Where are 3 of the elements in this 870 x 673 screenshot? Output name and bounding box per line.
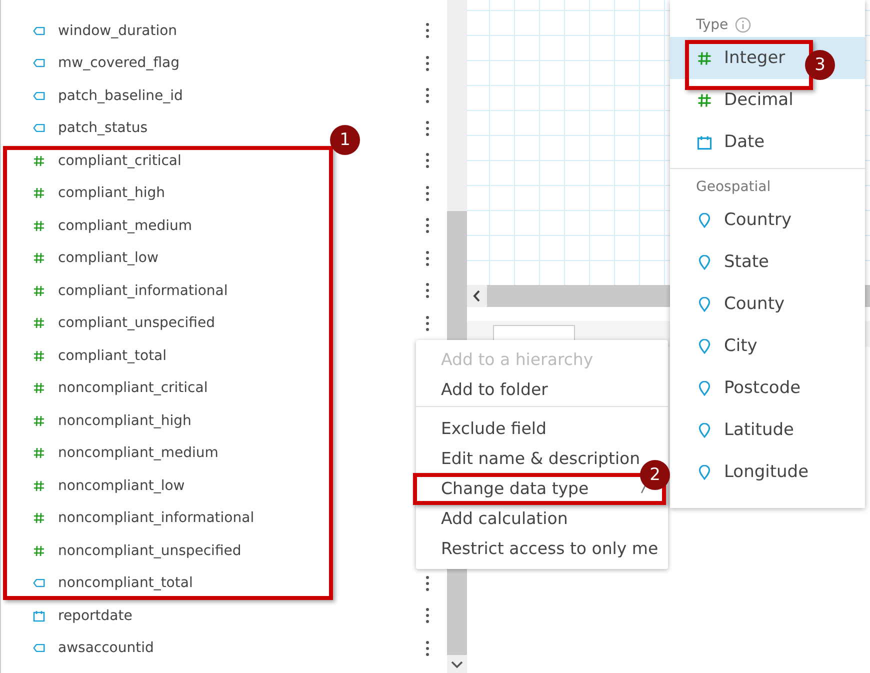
section-heading: Geospatial: [696, 179, 771, 195]
step-number: 1: [330, 125, 360, 155]
section-heading: Type: [696, 17, 728, 33]
